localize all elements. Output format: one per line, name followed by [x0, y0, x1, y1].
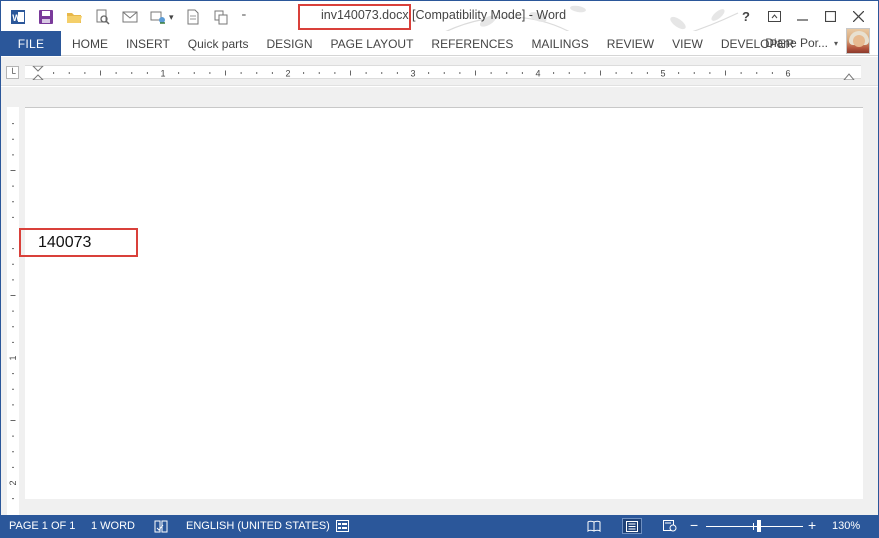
zoom-slider-thumb[interactable]	[757, 520, 761, 532]
quick-access-toolbar: W ▾ ⁼	[9, 6, 246, 28]
macro-recording-icon[interactable]	[335, 519, 349, 533]
zoom-level[interactable]: 130%	[832, 520, 860, 532]
filename-highlight-box	[298, 4, 411, 30]
title-bar: W ▾ ⁼ inv140073.docx [Compatibility Mode…	[1, 1, 878, 52]
vertical-ruler-area: 12	[1, 87, 21, 515]
horizontal-ruler[interactable]: 1 2 3 4 5 6	[25, 65, 861, 80]
ruler-number: 1	[8, 355, 18, 360]
save-icon[interactable]	[37, 8, 55, 26]
page-count[interactable]: PAGE 1 OF 1	[9, 520, 75, 532]
horizontal-ruler-area: └ 1 2 3 4 5 6	[1, 57, 878, 86]
user-dropdown-icon[interactable]: ▾	[834, 39, 838, 48]
zoom-slider-track[interactable]	[706, 526, 803, 527]
ruler-number: 6	[785, 69, 790, 79]
vertical-ruler[interactable]: 12	[7, 107, 19, 515]
tab-quick-parts[interactable]: Quick parts	[179, 37, 258, 51]
customize-qat-icon[interactable]: ⁼	[242, 12, 247, 23]
document-mode: [Compatibility Mode] - Word	[408, 8, 567, 22]
email-icon[interactable]	[121, 8, 139, 26]
ruler-number: 3	[410, 69, 415, 79]
tab-mailings[interactable]: MAILINGS	[522, 37, 597, 51]
ruler-number: 5	[660, 69, 665, 79]
ruler-number: 4	[535, 69, 540, 79]
print-layout-icon[interactable]	[622, 518, 642, 534]
language[interactable]: ENGLISH (UNITED STATES)	[186, 520, 330, 532]
new-document-icon[interactable]	[184, 8, 202, 26]
avatar[interactable]	[846, 28, 870, 54]
right-indent-marker-icon[interactable]	[843, 73, 855, 80]
ruler-number: 2	[8, 480, 18, 485]
print-preview-icon[interactable]	[93, 8, 111, 26]
tab-insert[interactable]: INSERT	[117, 37, 179, 51]
proofing-icon[interactable]	[154, 519, 168, 533]
tab-page-layout[interactable]: PAGE LAYOUT	[322, 37, 423, 51]
repeat-icon[interactable]	[212, 8, 230, 26]
zoom-out-button[interactable]: −	[690, 517, 698, 533]
close-icon[interactable]	[844, 5, 872, 27]
maximize-icon[interactable]	[816, 5, 844, 27]
zoom-slider-center-mark	[753, 523, 754, 530]
tab-references[interactable]: REFERENCES	[422, 37, 522, 51]
tab-view[interactable]: VIEW	[663, 37, 712, 51]
touch-mode-icon[interactable]	[149, 8, 167, 26]
word-window: W ▾ ⁼ inv140073.docx [Compatibility Mode…	[0, 0, 879, 538]
document-page[interactable]	[25, 107, 863, 499]
tab-design[interactable]: DESIGN	[257, 37, 321, 51]
tab-stop-selector-icon[interactable]: └	[6, 66, 19, 79]
window-controls: ?	[732, 5, 872, 27]
text-highlight-box	[19, 228, 138, 257]
indent-marker-icon[interactable]	[32, 66, 44, 80]
zoom-in-button[interactable]: +	[808, 517, 816, 533]
word-count[interactable]: 1 WORD	[91, 520, 135, 532]
read-mode-icon[interactable]	[587, 519, 601, 533]
ruler-number: 2	[285, 69, 290, 79]
user-account[interactable]: Diane Por... ▾	[765, 36, 838, 50]
ribbon-display-options-icon[interactable]	[760, 5, 788, 27]
tab-review[interactable]: REVIEW	[598, 37, 663, 51]
document-area	[21, 87, 878, 515]
help-icon[interactable]: ?	[732, 5, 760, 27]
tab-home[interactable]: HOME	[63, 37, 117, 51]
tab-file[interactable]: FILE	[1, 31, 61, 56]
status-bar: PAGE 1 OF 1 1 WORD ENGLISH (UNITED STATE…	[1, 515, 878, 537]
web-layout-icon[interactable]	[663, 519, 677, 533]
ribbon-tabs: HOME INSERT Quick parts DESIGN PAGE LAYO…	[63, 31, 803, 56]
svg-text:W: W	[12, 13, 21, 23]
ruler-number: 1	[160, 69, 165, 79]
minimize-icon[interactable]	[788, 5, 816, 27]
ribbon-tab-bar: FILE HOME INSERT Quick parts DESIGN PAGE…	[1, 28, 878, 56]
user-name: Diane Por...	[765, 36, 828, 50]
touch-mode-dropdown-icon[interactable]: ▾	[169, 12, 174, 23]
word-app-icon[interactable]: W	[9, 8, 27, 26]
open-folder-icon[interactable]	[65, 8, 83, 26]
